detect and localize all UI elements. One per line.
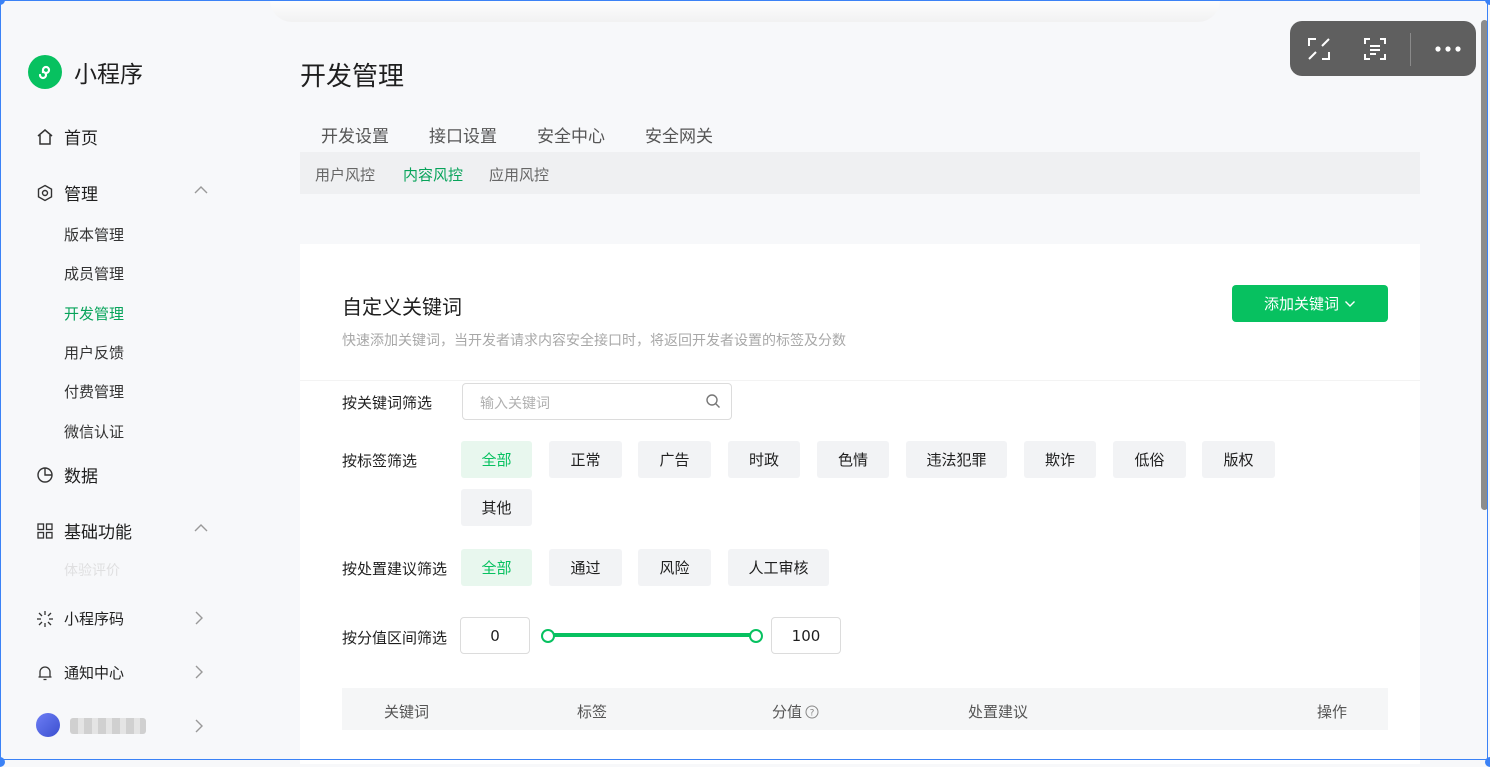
- tag-chip-all[interactable]: 全部: [461, 441, 532, 478]
- page-title: 开发管理: [300, 62, 405, 92]
- floating-toolbar: [1290, 21, 1476, 76]
- th-score-label: 分值: [772, 703, 803, 721]
- suggest-chip-pass[interactable]: 通过: [549, 549, 622, 586]
- th-actions: 操作: [1317, 703, 1348, 721]
- sidebar-item-dev[interactable]: 开发管理: [64, 303, 124, 324]
- miniprogram-logo-icon: [28, 55, 62, 89]
- sidebar-item-feedback[interactable]: 用户反馈: [64, 342, 124, 363]
- nav-qrcode-label: 小程序码: [64, 610, 125, 628]
- corner-handle[interactable]: [1485, 0, 1490, 5]
- suggest-filter-label: 按处置建议筛选: [342, 560, 448, 578]
- toolbar-divider: [1410, 33, 1411, 66]
- sidebar: 小程序 首页 管理 版本管理 成员管理 开发管理 用户反馈 付费管理 微信认证 …: [0, 0, 238, 762]
- svg-text:?: ?: [810, 708, 815, 718]
- corner-handle[interactable]: [0, 757, 5, 767]
- nav-basic[interactable]: 基础功能: [36, 518, 132, 543]
- tab-dev-settings[interactable]: 开发设置: [321, 122, 389, 147]
- chevron-down-icon: [1345, 300, 1355, 307]
- score-range-track[interactable]: [548, 633, 754, 637]
- sidebar-item-members[interactable]: 成员管理: [64, 263, 124, 284]
- tag-chip-ad[interactable]: 广告: [638, 441, 711, 478]
- nav-basic-label: 基础功能: [64, 523, 132, 543]
- chevron-right-icon[interactable]: [193, 610, 205, 626]
- score-min-handle[interactable]: [541, 629, 555, 643]
- score-max-input[interactable]: 100: [771, 617, 841, 654]
- pie-chart-icon: [37, 466, 53, 483]
- nav-home-label: 首页: [64, 129, 98, 149]
- main-tabs: 开发设置 接口设置 安全中心 安全网关: [300, 112, 1420, 153]
- th-tag: 标签: [577, 703, 608, 721]
- subtab-app-risk[interactable]: 应用风控: [489, 164, 549, 185]
- tag-chip-normal[interactable]: 正常: [549, 441, 622, 478]
- keyword-filter-label: 按关键词筛选: [342, 394, 433, 412]
- scrollbar[interactable]: [1481, 20, 1488, 510]
- chevron-up-icon[interactable]: [193, 184, 209, 196]
- nav-notify[interactable]: 通知中心: [36, 662, 124, 683]
- subtab-user-risk[interactable]: 用户风控: [315, 164, 375, 185]
- manage-icon: [37, 184, 53, 201]
- sidebar-item-faded: 体验评价: [64, 563, 120, 579]
- more-icon[interactable]: [1433, 34, 1463, 64]
- nav-data[interactable]: 数据: [36, 462, 98, 487]
- tag-chip-crime[interactable]: 违法犯罪: [906, 441, 1007, 478]
- chevron-right-icon[interactable]: [193, 664, 205, 680]
- suggest-chip-all[interactable]: 全部: [461, 549, 532, 586]
- score-filter-label: 按分值区间筛选: [342, 629, 448, 647]
- nav-qrcode[interactable]: 小程序码: [36, 608, 124, 629]
- chevron-right-icon[interactable]: [193, 718, 205, 734]
- qrcode-icon: [37, 610, 53, 627]
- score-max-handle[interactable]: [749, 629, 763, 643]
- search-input[interactable]: 输入关键词: [462, 383, 732, 420]
- card-description: 快速添加关键词，当开发者请求内容安全接口时，将返回开发者设置的标签及分数: [342, 333, 846, 349]
- suggest-chip-risk[interactable]: 风险: [638, 549, 711, 586]
- scan-text-icon[interactable]: [1360, 34, 1390, 64]
- nav-manage[interactable]: 管理: [36, 180, 98, 205]
- nav-notify-label: 通知中心: [64, 664, 125, 682]
- tag-filter-label: 按标签筛选: [342, 452, 418, 470]
- score-min-input[interactable]: 0: [460, 617, 530, 654]
- home-icon: [37, 128, 53, 145]
- bell-icon: [38, 665, 52, 680]
- tag-chip-copyright[interactable]: 版权: [1202, 441, 1275, 478]
- subtab-content-risk[interactable]: 内容风控: [403, 164, 463, 185]
- add-keyword-button[interactable]: 添加关键词: [1232, 285, 1388, 322]
- card-header: 自定义关键词 快速添加关键词，当开发者请求内容安全接口时，将返回开发者设置的标签…: [300, 244, 1420, 381]
- sidebar-item-payment[interactable]: 付费管理: [64, 381, 124, 402]
- sidebar-item-wechat-auth[interactable]: 微信认证: [64, 421, 124, 442]
- tab-security-center[interactable]: 安全中心: [537, 122, 605, 147]
- grid-icon: [37, 522, 53, 539]
- expand-icon[interactable]: [1304, 34, 1334, 64]
- th-suggestion: 处置建议: [968, 703, 1029, 721]
- search-icon[interactable]: [705, 393, 721, 409]
- add-keyword-label: 添加关键词: [1263, 295, 1339, 313]
- suggest-chip-manual[interactable]: 人工审核: [728, 549, 829, 586]
- sub-tabs: 用户风控 内容风控 应用风控: [300, 152, 1420, 194]
- table-header: 关键词 标签 分值 ? 处置建议 操作: [342, 688, 1388, 730]
- th-score: 分值 ?: [772, 701, 819, 722]
- tag-chip-porn[interactable]: 色情: [817, 441, 889, 478]
- card-title: 自定义关键词: [342, 295, 462, 319]
- tag-chip-politics[interactable]: 时政: [728, 441, 800, 478]
- app-logo[interactable]: 小程序: [28, 55, 143, 89]
- tag-chip-other[interactable]: 其他: [461, 489, 532, 526]
- sidebar-item-version[interactable]: 版本管理: [64, 224, 124, 245]
- tag-chip-vulgar[interactable]: 低俗: [1113, 441, 1186, 478]
- th-keyword: 关键词: [384, 703, 430, 721]
- blurred-username: [70, 718, 146, 734]
- nav-home[interactable]: 首页: [36, 124, 98, 149]
- top-window-edge: [270, 0, 1220, 22]
- nav-manage-label: 管理: [64, 185, 98, 205]
- tag-chip-fraud[interactable]: 欺诈: [1024, 441, 1096, 478]
- corner-handle[interactable]: [1485, 757, 1490, 767]
- search-placeholder: 输入关键词: [480, 396, 550, 412]
- help-icon[interactable]: ?: [805, 705, 819, 719]
- avatar[interactable]: [36, 713, 60, 737]
- tab-api-settings[interactable]: 接口设置: [429, 122, 497, 147]
- app-name: 小程序: [74, 62, 143, 88]
- keyword-card: 自定义关键词 快速添加关键词，当开发者请求内容安全接口时，将返回开发者设置的标签…: [300, 244, 1420, 764]
- chevron-up-icon[interactable]: [193, 522, 209, 534]
- tab-security-gateway[interactable]: 安全网关: [645, 122, 713, 147]
- nav-data-label: 数据: [64, 467, 98, 487]
